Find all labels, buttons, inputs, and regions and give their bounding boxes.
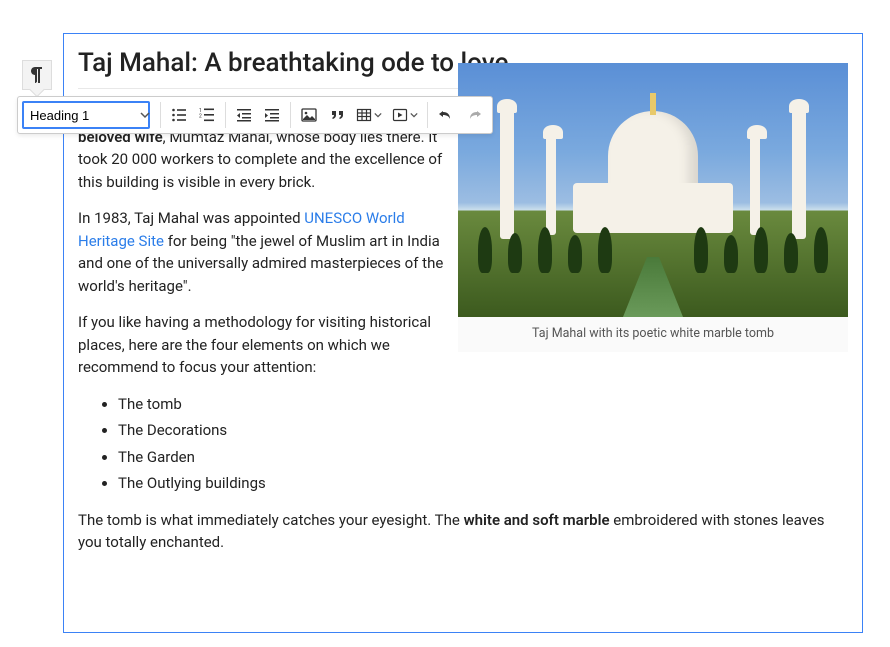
bulleted-list-icon [171,107,187,123]
list-item[interactable]: The tomb [118,393,848,416]
indent-icon [264,107,280,123]
media-icon [392,107,408,123]
undo-button[interactable] [432,101,460,129]
toolbar-separator [160,102,161,128]
show-blocks-button[interactable] [22,60,52,90]
list-item[interactable]: The Decorations [118,419,848,442]
redo-button[interactable] [460,101,488,129]
numbered-list-icon: 12 [199,107,215,123]
paragraph[interactable]: The tomb is what immediately catches you… [78,509,848,554]
bulleted-list-button[interactable] [165,101,193,129]
toolbar-separator [225,102,226,128]
redo-icon [466,107,482,123]
bold-text: white and soft marble [464,511,610,529]
outdent-icon [236,107,252,123]
undo-icon [438,107,454,123]
pilcrow-icon [30,67,44,83]
numbered-list-button[interactable]: 12 [193,101,221,129]
text: In 1983, Taj Mahal was appointed [78,209,304,227]
table-button[interactable] [351,101,387,129]
chevron-down-icon [410,111,418,119]
blockquote-button[interactable] [323,101,351,129]
document-body[interactable]: Taj Mahal with its poetic white marble t… [78,103,848,554]
table-icon [356,107,372,123]
text: The tomb is what immediately catches you… [78,511,464,529]
media-button[interactable] [387,101,423,129]
editor-container: 12 Taj Mahal: A [63,33,863,633]
list-item[interactable]: The Outlying buildings [118,472,848,495]
image-caption[interactable]: Taj Mahal with its poetic white marble t… [458,317,848,352]
indent-button[interactable] [258,101,286,129]
image-icon [301,107,317,123]
heading-select-wrap [22,101,156,129]
toolbar-separator [290,102,291,128]
outdent-button[interactable] [230,101,258,129]
image-placeholder[interactable] [458,63,848,317]
image-figure[interactable]: Taj Mahal with its poetic white marble t… [458,63,848,352]
blockquote-icon [329,107,345,123]
image-button[interactable] [295,101,323,129]
formatting-toolbar: 12 [17,96,493,134]
attention-list[interactable]: The tomb The Decorations The Garden The … [118,393,848,495]
svg-text:2: 2 [199,114,202,120]
toolbar-separator [427,102,428,128]
chevron-down-icon [374,111,382,119]
list-item[interactable]: The Garden [118,446,848,469]
heading-select[interactable] [22,101,150,129]
